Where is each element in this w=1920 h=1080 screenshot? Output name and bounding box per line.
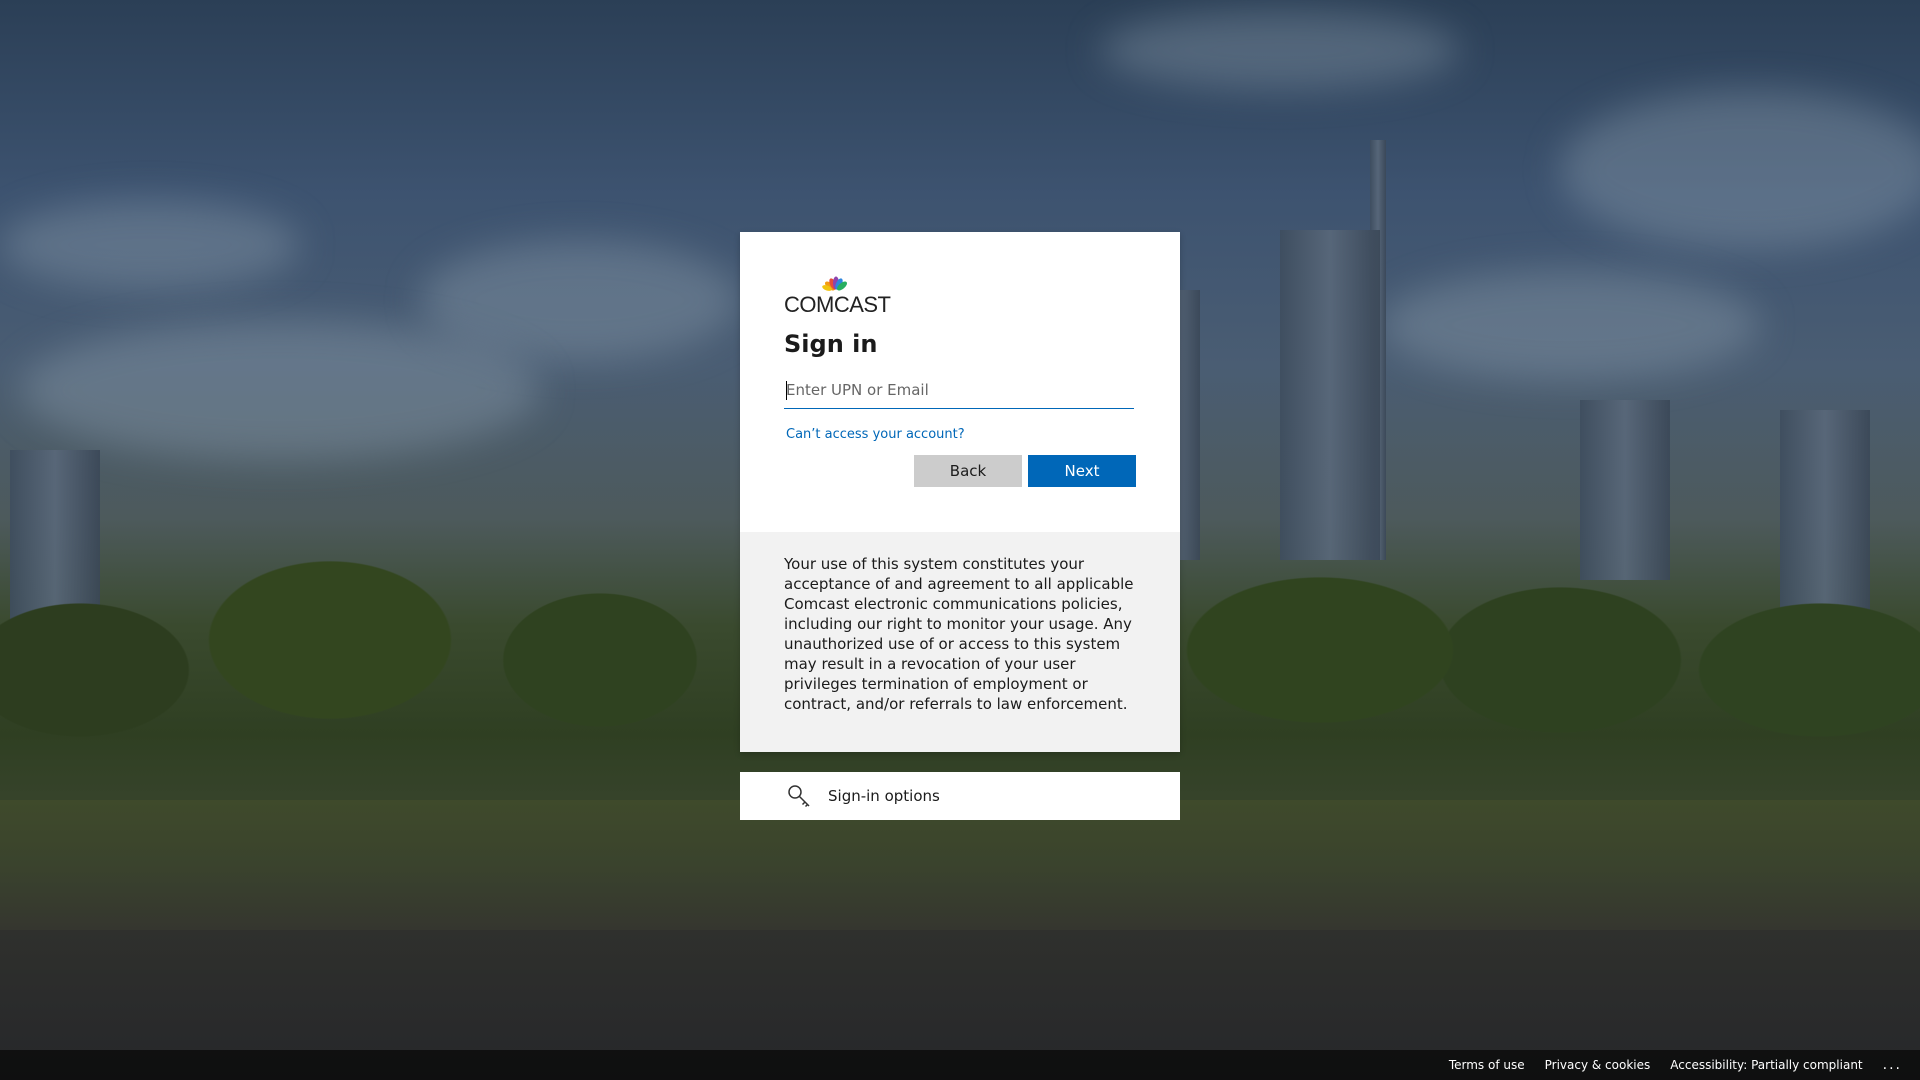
more-options-button[interactable]: ... (1883, 1057, 1902, 1073)
peacock-icon (822, 276, 847, 291)
footer-bar: Terms of use Privacy & cookies Accessibi… (0, 1050, 1920, 1080)
terms-of-use-link[interactable]: Terms of use (1449, 1058, 1525, 1072)
sign-in-card: COMCAST Sign in Can’t access your accoun… (740, 232, 1180, 752)
text-caret (786, 381, 787, 400)
key-search-icon (788, 785, 810, 808)
accessibility-link[interactable]: Accessibility: Partially compliant (1670, 1058, 1862, 1072)
page-title: Sign in (784, 330, 878, 358)
sign-in-options-button[interactable]: Sign-in options (740, 772, 1180, 820)
email-field[interactable] (784, 374, 1134, 406)
cant-access-account-link[interactable]: Can’t access your account? (786, 427, 965, 442)
comcast-logo: COMCAST (784, 276, 891, 317)
logo-text: COMCAST (784, 292, 891, 317)
sign-in-form: COMCAST Sign in Can’t access your accoun… (740, 232, 1180, 532)
sign-in-options-label: Sign-in options (828, 787, 940, 805)
action-buttons: Back Next (914, 455, 1136, 487)
back-button[interactable]: Back (914, 455, 1022, 487)
email-field-container (784, 374, 1134, 409)
next-button[interactable]: Next (1028, 455, 1136, 487)
usage-notice: Your use of this system constitutes your… (740, 532, 1180, 752)
privacy-cookies-link[interactable]: Privacy & cookies (1545, 1058, 1651, 1072)
